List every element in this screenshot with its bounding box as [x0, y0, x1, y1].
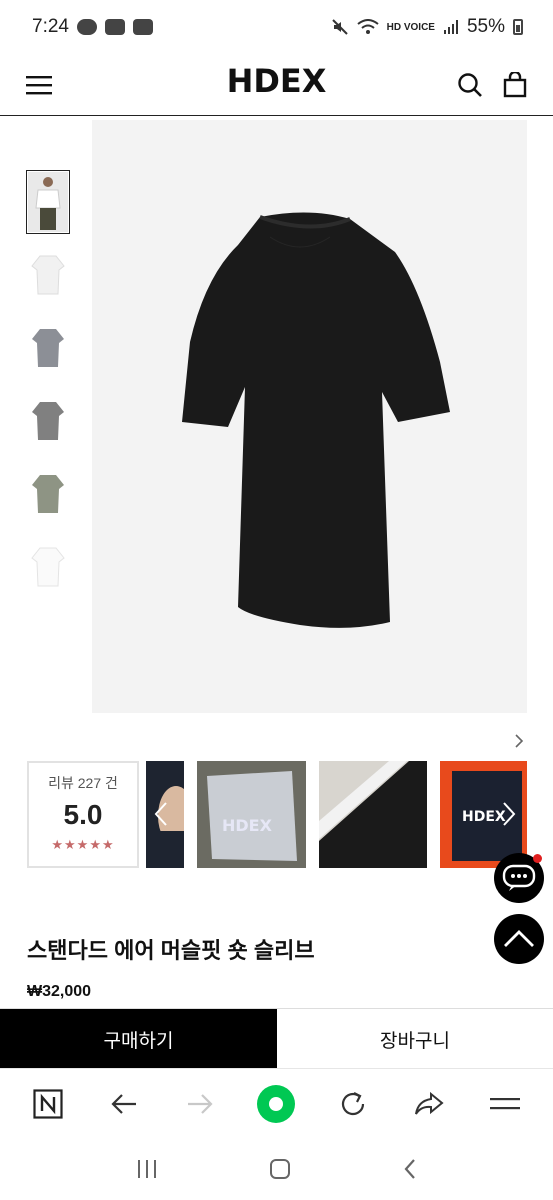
review-stars: ★★★★★	[51, 837, 115, 852]
webtoon-notification-icon	[132, 19, 153, 35]
chat-icon	[502, 864, 536, 891]
status-bar: 7:24 HD VOICE 55%	[0, 0, 553, 54]
shopping-bag-icon[interactable]	[503, 71, 527, 98]
hamburger-menu-icon[interactable]	[26, 74, 54, 96]
talk-notification-icon	[76, 19, 97, 35]
green-dot-icon	[257, 1084, 296, 1123]
purchase-action-bar: 구매하기 장바구니	[0, 1008, 553, 1069]
product-price: ₩32,000	[27, 983, 92, 1000]
review-photo-3[interactable]	[319, 761, 427, 868]
menu-icon	[489, 1097, 520, 1109]
recent-apps-icon[interactable]	[135, 1158, 159, 1180]
thumbnail-grey[interactable]	[26, 316, 70, 380]
battery-icon	[513, 19, 523, 35]
back-button[interactable]	[101, 1081, 147, 1127]
black-tshirt-image	[181, 211, 450, 628]
arrow-right-icon	[188, 1093, 213, 1114]
arrow-left-icon	[111, 1093, 137, 1114]
share-icon	[414, 1091, 444, 1115]
add-to-cart-button[interactable]: 장바구니	[277, 1009, 553, 1069]
refresh-icon	[341, 1091, 364, 1115]
home-icon[interactable]	[268, 1157, 292, 1181]
product-title: 스탠다드 에어 머슬핏 숏 슬리브	[27, 938, 315, 963]
hd-voice-label: HD VOICE	[386, 21, 435, 33]
wifi-icon	[357, 19, 379, 34]
scroll-to-top-button[interactable]	[494, 914, 544, 964]
chevron-right-icon[interactable]	[514, 732, 524, 753]
status-time: 7:24	[32, 16, 69, 37]
main-product-image[interactable]	[92, 120, 527, 713]
thumbnail-dark-grey[interactable]	[26, 389, 70, 453]
share-button[interactable]	[406, 1081, 452, 1127]
dark-grey-tee-icon	[32, 402, 64, 440]
back-nav-icon[interactable]	[402, 1157, 418, 1181]
browser-menu-button[interactable]	[482, 1081, 528, 1127]
brand-logo[interactable]: HDEX	[227, 62, 327, 100]
refresh-button[interactable]	[330, 1081, 376, 1127]
thumbnail-white-2[interactable]	[26, 535, 70, 599]
arrow-up-icon	[504, 930, 534, 947]
review-score: 5.0	[63, 799, 103, 830]
system-navigation-bar	[0, 1138, 553, 1200]
carousel-next-icon[interactable]	[502, 801, 516, 832]
thumbnail-model[interactable]	[26, 170, 70, 234]
svg-text:HDEX: HDEX	[222, 816, 273, 835]
thumbnail-olive[interactable]	[26, 462, 70, 526]
grey-tee-icon	[32, 329, 64, 367]
mute-icon	[331, 19, 348, 35]
review-count: 리뷰 227 건	[48, 775, 118, 791]
thumbnail-white[interactable]	[26, 243, 70, 307]
browser-toolbar	[0, 1068, 553, 1138]
battery-percent: 55%	[466, 16, 505, 37]
chat-button[interactable]	[494, 853, 544, 903]
review-summary-card[interactable]: 리뷰 227 건 5.0 ★★★★★	[27, 761, 139, 868]
product-thumbnail-list	[26, 170, 70, 608]
buy-now-button[interactable]: 구매하기	[0, 1009, 277, 1069]
review-photo-carousel: HDEX HDEX	[146, 761, 527, 868]
model-photo-icon	[28, 172, 68, 232]
app-notification-icon	[104, 19, 125, 35]
white-tee-icon	[31, 255, 65, 295]
review-photo-2[interactable]: HDEX	[197, 761, 306, 868]
search-icon[interactable]	[457, 72, 483, 98]
signal-icon	[443, 20, 458, 34]
white-tee-2-icon	[31, 547, 65, 587]
naver-home-button[interactable]	[25, 1081, 71, 1127]
chat-notification-dot	[533, 854, 542, 863]
site-header: HDEX	[0, 54, 553, 116]
carousel-prev-icon[interactable]	[154, 801, 168, 832]
green-dot-button[interactable]	[253, 1081, 299, 1127]
olive-tee-icon	[32, 475, 64, 513]
svg-text:HDEX: HDEX	[462, 809, 506, 825]
forward-button[interactable]	[177, 1081, 223, 1127]
naver-n-icon	[33, 1088, 63, 1119]
